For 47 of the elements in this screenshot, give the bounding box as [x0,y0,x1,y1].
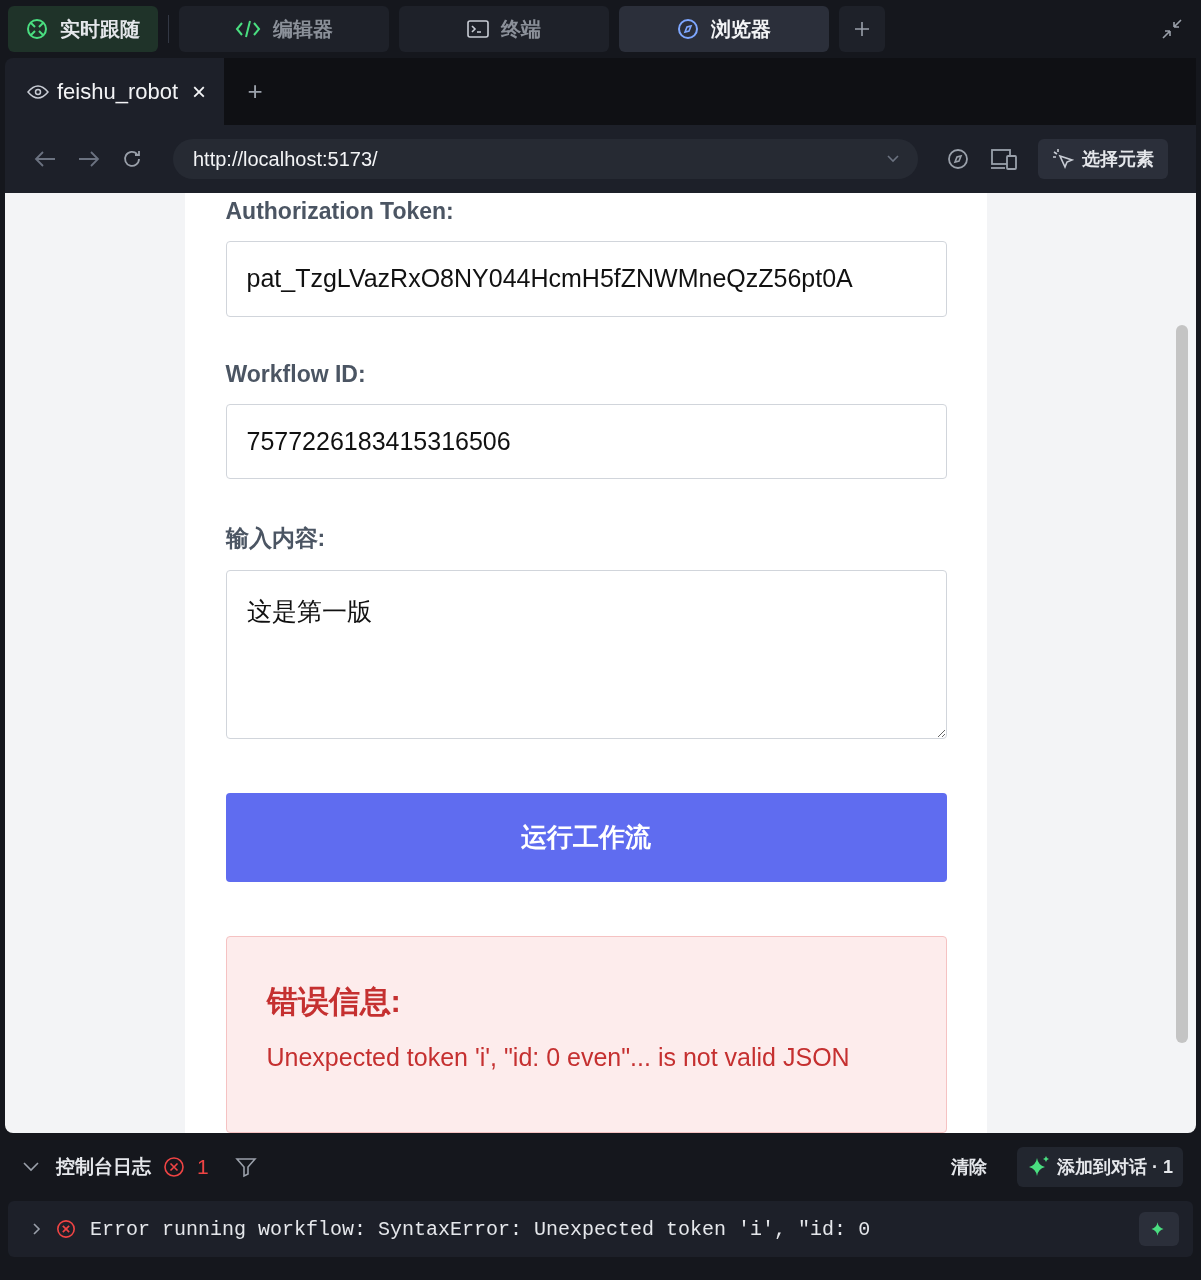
back-icon[interactable] [33,149,57,169]
close-tab-button[interactable]: × [192,77,207,106]
scrollbar[interactable] [1176,325,1188,1043]
chevron-down-icon[interactable] [22,1161,40,1173]
field-label: Authorization Token: [225,198,455,225]
field-label: Workflow ID: [225,360,367,388]
target-icon [26,18,48,40]
chevron-right-icon [32,1222,42,1236]
browser-tab[interactable]: feishu_robot × [5,58,225,125]
add-to-chat-button[interactable]: 添加到对话 · 1 [1017,1147,1183,1187]
log-message: Error running workflow: SyntaxError: Unexpected token 'i', "id: 0 [90,1217,871,1241]
filter-icon[interactable] [234,1156,257,1178]
compass-icon [677,18,699,40]
eye-icon [27,83,49,100]
panel-tab[interactable]: 编辑器 [179,6,389,52]
panel-tab[interactable]: 浏览器 [619,6,829,52]
text-area[interactable]: 这是第一版 [225,570,947,739]
forward-icon[interactable] [77,149,101,169]
collapse-icon[interactable] [1161,18,1183,40]
select-element-button[interactable]: 选择元素 [1038,139,1168,179]
new-tab-button[interactable]: + [224,58,287,125]
panel-tab[interactable]: 实时跟随 [8,6,158,52]
compass-icon[interactable] [946,147,970,171]
tab-title: feishu_robot [57,78,179,105]
address-bar[interactable]: http://localhost:5173/ [173,139,918,179]
panel-tab[interactable]: 终端 [399,6,609,52]
error-title: 错误信息: [266,983,402,1021]
log-entry[interactable]: Error running workflow: SyntaxError: Unexpected token 'i', "id: 0 [8,1201,1193,1257]
code-icon [235,19,261,39]
reload-icon[interactable] [121,148,143,170]
run-workflow-button[interactable]: 运行工作流 [225,792,947,882]
error-count: 1 [197,1155,209,1179]
console-title: 控制台日志 [56,1155,151,1179]
chevron-down-icon [886,154,900,164]
error-icon [163,1156,185,1178]
devices-icon[interactable] [990,147,1018,171]
terminal-icon [467,20,489,38]
field-label: 输入内容: [225,524,327,554]
add-panel-button[interactable] [839,6,885,52]
error-message: Unexpected token 'i', "id: 0 even"... is not valid JSON [266,1043,851,1072]
input-field[interactable]: pat_TzgLVazRxO8NY044HcmH5fZNWMneQzZ56pt0A [225,241,947,317]
cursor-icon [1052,148,1074,170]
add-to-chat-button[interactable] [1139,1212,1179,1246]
input-field[interactable]: 7577226183415316506 [225,403,947,480]
error-icon [56,1219,76,1239]
plus-icon [853,20,871,38]
clear-button[interactable]: 清除 [945,1154,993,1180]
